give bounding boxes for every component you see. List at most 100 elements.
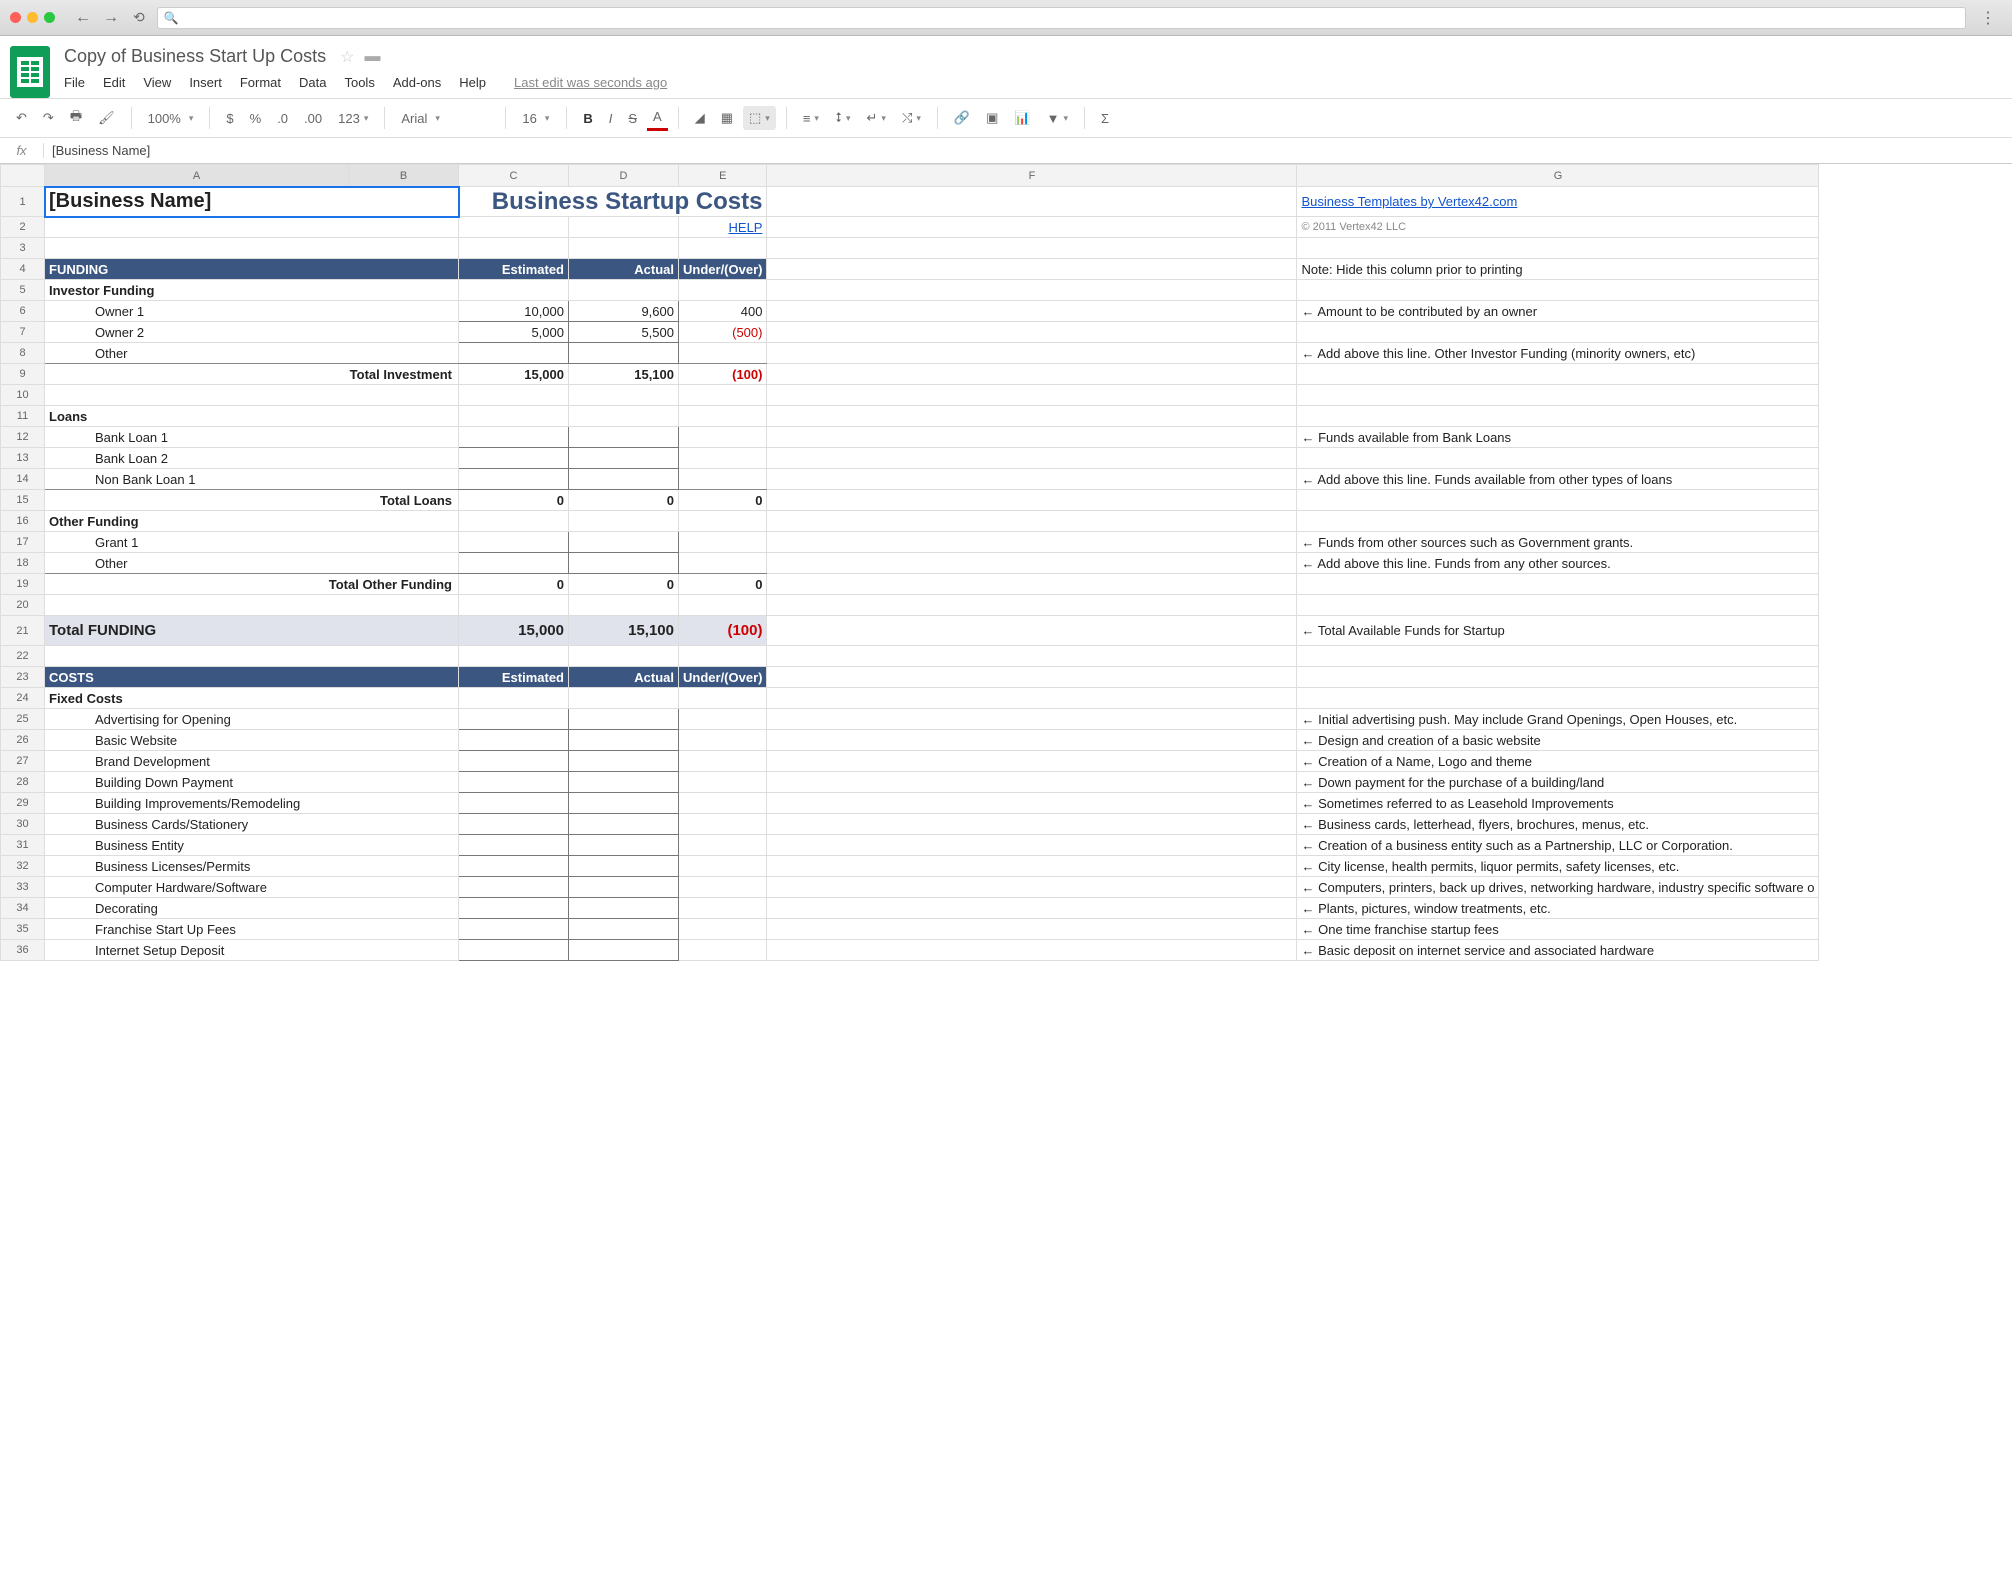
- minimize-window[interactable]: [27, 12, 38, 23]
- row-header[interactable]: 26: [1, 730, 45, 751]
- star-icon[interactable]: ☆: [340, 47, 354, 67]
- cell-funding-header[interactable]: FUNDING: [45, 259, 459, 280]
- row-header[interactable]: 9: [1, 364, 45, 385]
- cell-cost-label[interactable]: Advertising for Opening: [45, 709, 459, 730]
- cell-cost-label[interactable]: Brand Development: [45, 751, 459, 772]
- col-header-a[interactable]: A: [45, 165, 349, 187]
- row-header[interactable]: 11: [1, 406, 45, 427]
- menu-view[interactable]: View: [143, 75, 171, 90]
- col-header-d[interactable]: D: [569, 165, 679, 187]
- row-header[interactable]: 27: [1, 751, 45, 772]
- spreadsheet-grid[interactable]: A B C D E F G 1 [Business Name] Business…: [0, 164, 2012, 961]
- cell-cost-note[interactable]: ← Sometimes referred to as Leasehold Imp…: [1297, 793, 1819, 814]
- row-header[interactable]: 8: [1, 343, 45, 364]
- italic-button[interactable]: I: [603, 107, 619, 130]
- row-header[interactable]: 17: [1, 532, 45, 553]
- row-header[interactable]: 32: [1, 856, 45, 877]
- row-header[interactable]: 19: [1, 574, 45, 595]
- filter-icon[interactable]: ▼: [1041, 107, 1074, 130]
- cell-cost-note[interactable]: ← Creation of a business entity such as …: [1297, 835, 1819, 856]
- row-header[interactable]: 20: [1, 595, 45, 616]
- strikethrough-button[interactable]: S: [622, 107, 643, 130]
- menu-format[interactable]: Format: [240, 75, 281, 90]
- forward-button[interactable]: →: [101, 9, 121, 27]
- row-header[interactable]: 21: [1, 616, 45, 646]
- url-bar[interactable]: 🔍: [157, 7, 1966, 29]
- row-header[interactable]: 23: [1, 667, 45, 688]
- fill-color-icon[interactable]: ◢: [689, 106, 711, 130]
- row-header[interactable]: 3: [1, 238, 45, 259]
- row-header[interactable]: 7: [1, 322, 45, 343]
- cell-cost-note[interactable]: ← Initial advertising push. May include …: [1297, 709, 1819, 730]
- row-header[interactable]: 25: [1, 709, 45, 730]
- last-edit-link[interactable]: Last edit was seconds ago: [514, 75, 667, 90]
- sheets-logo-icon[interactable]: [10, 46, 50, 98]
- row-header[interactable]: 5: [1, 280, 45, 301]
- folder-icon[interactable]: ▬: [364, 48, 380, 66]
- cell-note-hide[interactable]: Note: Hide this column prior to printing: [1297, 259, 1819, 280]
- formula-input[interactable]: [Business Name]: [44, 143, 2012, 158]
- more-formats-icon[interactable]: 123: [332, 107, 374, 130]
- font-select[interactable]: Arial: [395, 109, 495, 128]
- cell-cost-note[interactable]: ← Basic deposit on internet service and …: [1297, 940, 1819, 961]
- merge-cells-icon[interactable]: ⬚: [743, 106, 776, 130]
- cell-title[interactable]: Business Startup Costs: [459, 187, 767, 217]
- cell-templates-link[interactable]: Business Templates by Vertex42.com: [1297, 187, 1819, 217]
- insert-link-icon[interactable]: 🔗: [948, 106, 976, 130]
- maximize-window[interactable]: [44, 12, 55, 23]
- cell-cost-label[interactable]: Franchise Start Up Fees: [45, 919, 459, 940]
- back-button[interactable]: ←: [73, 9, 93, 27]
- col-header-g[interactable]: G: [1297, 165, 1819, 187]
- cell-cost-note[interactable]: ← Down payment for the purchase of a bui…: [1297, 772, 1819, 793]
- cell-cost-label[interactable]: Basic Website: [45, 730, 459, 751]
- cell-cost-note[interactable]: ← Business cards, letterhead, flyers, br…: [1297, 814, 1819, 835]
- col-header-f[interactable]: F: [767, 165, 1297, 187]
- decrease-decimal-icon[interactable]: .0: [271, 107, 294, 130]
- cell-cost-label[interactable]: Computer Hardware/Software: [45, 877, 459, 898]
- text-rotation-icon[interactable]: ⤭: [896, 106, 927, 130]
- menu-edit[interactable]: Edit: [103, 75, 125, 90]
- browser-menu[interactable]: ⋮: [1974, 8, 2002, 28]
- cell-cost-label[interactable]: Decorating: [45, 898, 459, 919]
- doc-title[interactable]: Copy of Business Start Up Costs: [60, 44, 330, 69]
- cell-investor-funding[interactable]: Investor Funding: [45, 280, 459, 301]
- select-all-corner[interactable]: [1, 165, 45, 187]
- row-header[interactable]: 36: [1, 940, 45, 961]
- cell-cost-note[interactable]: ← City license, health permits, liquor p…: [1297, 856, 1819, 877]
- row-header[interactable]: 35: [1, 919, 45, 940]
- menu-file[interactable]: File: [64, 75, 85, 90]
- row-header[interactable]: 13: [1, 448, 45, 469]
- percent-icon[interactable]: %: [244, 107, 268, 130]
- row-header[interactable]: 12: [1, 427, 45, 448]
- menu-insert[interactable]: Insert: [189, 75, 222, 90]
- increase-decimal-icon[interactable]: .00: [298, 107, 328, 130]
- row-header[interactable]: 2: [1, 217, 45, 238]
- row-header[interactable]: 30: [1, 814, 45, 835]
- currency-icon[interactable]: $: [220, 107, 239, 130]
- row-header[interactable]: 15: [1, 490, 45, 511]
- cell-cost-label[interactable]: Building Down Payment: [45, 772, 459, 793]
- row-header[interactable]: 33: [1, 877, 45, 898]
- row-header[interactable]: 1: [1, 187, 45, 217]
- menu-addons[interactable]: Add-ons: [393, 75, 441, 90]
- menu-tools[interactable]: Tools: [344, 75, 374, 90]
- cell-cost-label[interactable]: Business Licenses/Permits: [45, 856, 459, 877]
- borders-icon[interactable]: ▦: [715, 106, 739, 130]
- cell-cost-label[interactable]: Business Cards/Stationery: [45, 814, 459, 835]
- font-size-select[interactable]: 16: [516, 109, 556, 128]
- row-header[interactable]: 34: [1, 898, 45, 919]
- row-header[interactable]: 29: [1, 793, 45, 814]
- cell-cost-note[interactable]: ← Computers, printers, back up drives, n…: [1297, 877, 1819, 898]
- reload-button[interactable]: ⟲: [129, 9, 149, 26]
- cell-business-name[interactable]: [Business Name]: [45, 187, 459, 217]
- row-header[interactable]: 28: [1, 772, 45, 793]
- row-header[interactable]: 6: [1, 301, 45, 322]
- cell-cost-note[interactable]: ← Creation of a Name, Logo and theme: [1297, 751, 1819, 772]
- text-color-button[interactable]: A: [647, 105, 668, 131]
- menu-data[interactable]: Data: [299, 75, 326, 90]
- cell-copyright[interactable]: © 2011 Vertex42 LLC: [1297, 217, 1819, 238]
- row-header[interactable]: 24: [1, 688, 45, 709]
- cell-cost-note[interactable]: ← Plants, pictures, window treatments, e…: [1297, 898, 1819, 919]
- cell-cost-label[interactable]: Building Improvements/Remodeling: [45, 793, 459, 814]
- print-icon[interactable]: 🖶: [64, 103, 88, 133]
